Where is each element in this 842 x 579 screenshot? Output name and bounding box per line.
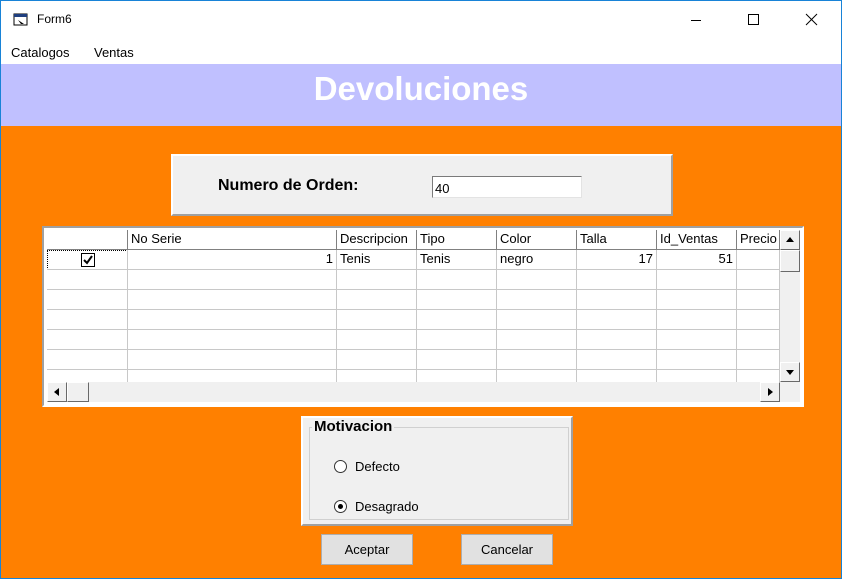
returns-grid[interactable]: No Serie Descripcion Tipo Color Talla Id… [42, 226, 804, 407]
order-number-input[interactable] [432, 176, 582, 198]
form-window-icon [13, 13, 28, 26]
cell-color[interactable]: negro [497, 250, 577, 270]
grid-header-row: No Serie Descripcion Tipo Color Talla Id… [47, 230, 780, 250]
scrollbar-corner [780, 382, 800, 402]
table-row[interactable]: 1 Tenis Tenis negro 17 51 [47, 250, 780, 270]
radio-selected-dot [338, 504, 343, 509]
row-select-cell[interactable] [47, 250, 128, 270]
empty-row[interactable] [47, 290, 780, 310]
menu-catalogos[interactable]: Catalogos [11, 45, 70, 60]
arrow-right-icon [768, 388, 773, 396]
column-header-id-ventas[interactable]: Id_Ventas [657, 230, 737, 250]
order-panel: Numero de Orden: [171, 154, 673, 216]
scroll-left-button[interactable] [47, 382, 67, 402]
minimize-icon [691, 20, 701, 21]
column-header-talla[interactable]: Talla [577, 230, 657, 250]
app-window: Form6 Catalogos Ventas Devoluciones Nume… [0, 0, 842, 579]
cell-descripcion[interactable]: Tenis [337, 250, 417, 270]
minimize-button[interactable] [667, 1, 725, 39]
radio-circle-selected[interactable] [334, 500, 347, 513]
column-header-descripcion[interactable]: Descripcion [337, 230, 417, 250]
maximize-icon [748, 14, 759, 25]
cell-precio[interactable] [737, 250, 780, 270]
empty-row[interactable] [47, 310, 780, 330]
horizontal-scroll-thumb[interactable] [67, 382, 89, 402]
horizontal-scrollbar[interactable] [47, 382, 780, 402]
order-number-label: Numero de Orden: [218, 177, 359, 194]
cancel-button[interactable]: Cancelar [461, 534, 553, 565]
grid-body: No Serie Descripcion Tipo Color Talla Id… [47, 230, 780, 382]
column-header-no-serie[interactable]: No Serie [128, 230, 337, 250]
menu-bar: Catalogos Ventas [1, 39, 841, 64]
radio-circle[interactable] [334, 460, 347, 473]
radio-desagrado-label[interactable]: Desagrado [355, 499, 419, 514]
checkmark-icon [83, 255, 93, 265]
radio-defecto[interactable]: Defecto [334, 458, 424, 476]
window-title: Form6 [37, 12, 72, 26]
column-header-tipo[interactable]: Tipo [417, 230, 497, 250]
menu-ventas[interactable]: Ventas [94, 45, 134, 60]
cell-talla[interactable]: 17 [577, 250, 657, 270]
row-checkbox[interactable] [81, 253, 95, 267]
column-header-color[interactable]: Color [497, 230, 577, 250]
page-title: Devoluciones [313, 70, 529, 107]
column-header-select[interactable] [47, 230, 128, 250]
header-band: Devoluciones [1, 64, 841, 126]
scroll-right-button[interactable] [760, 382, 780, 402]
arrow-left-icon [54, 388, 59, 396]
empty-row[interactable] [47, 330, 780, 350]
cell-no-serie[interactable]: 1 [128, 250, 337, 270]
empty-row[interactable] [47, 370, 780, 382]
empty-row[interactable] [47, 350, 780, 370]
vertical-scroll-thumb[interactable] [780, 250, 800, 272]
vertical-scrollbar[interactable] [780, 230, 800, 382]
accept-button[interactable]: Aceptar [321, 534, 413, 565]
scroll-down-button[interactable] [780, 362, 800, 382]
close-icon [805, 13, 818, 26]
arrow-up-icon [786, 237, 794, 242]
close-button[interactable] [783, 1, 841, 39]
radio-desagrado[interactable]: Desagrado [334, 498, 444, 516]
empty-row[interactable] [47, 270, 780, 290]
cell-tipo[interactable]: Tenis [417, 250, 497, 270]
cell-id-ventas[interactable]: 51 [657, 250, 737, 270]
radio-defecto-label[interactable]: Defecto [355, 459, 400, 474]
maximize-button[interactable] [725, 1, 783, 39]
title-bar: Form6 [1, 1, 841, 39]
column-header-precio[interactable]: Precio [737, 230, 780, 250]
motivacion-panel: Motivacion Defecto Desagrado [301, 416, 573, 526]
arrow-down-icon [786, 370, 794, 375]
motivacion-legend: Motivacion [312, 418, 395, 435]
scroll-up-button[interactable] [780, 230, 800, 250]
